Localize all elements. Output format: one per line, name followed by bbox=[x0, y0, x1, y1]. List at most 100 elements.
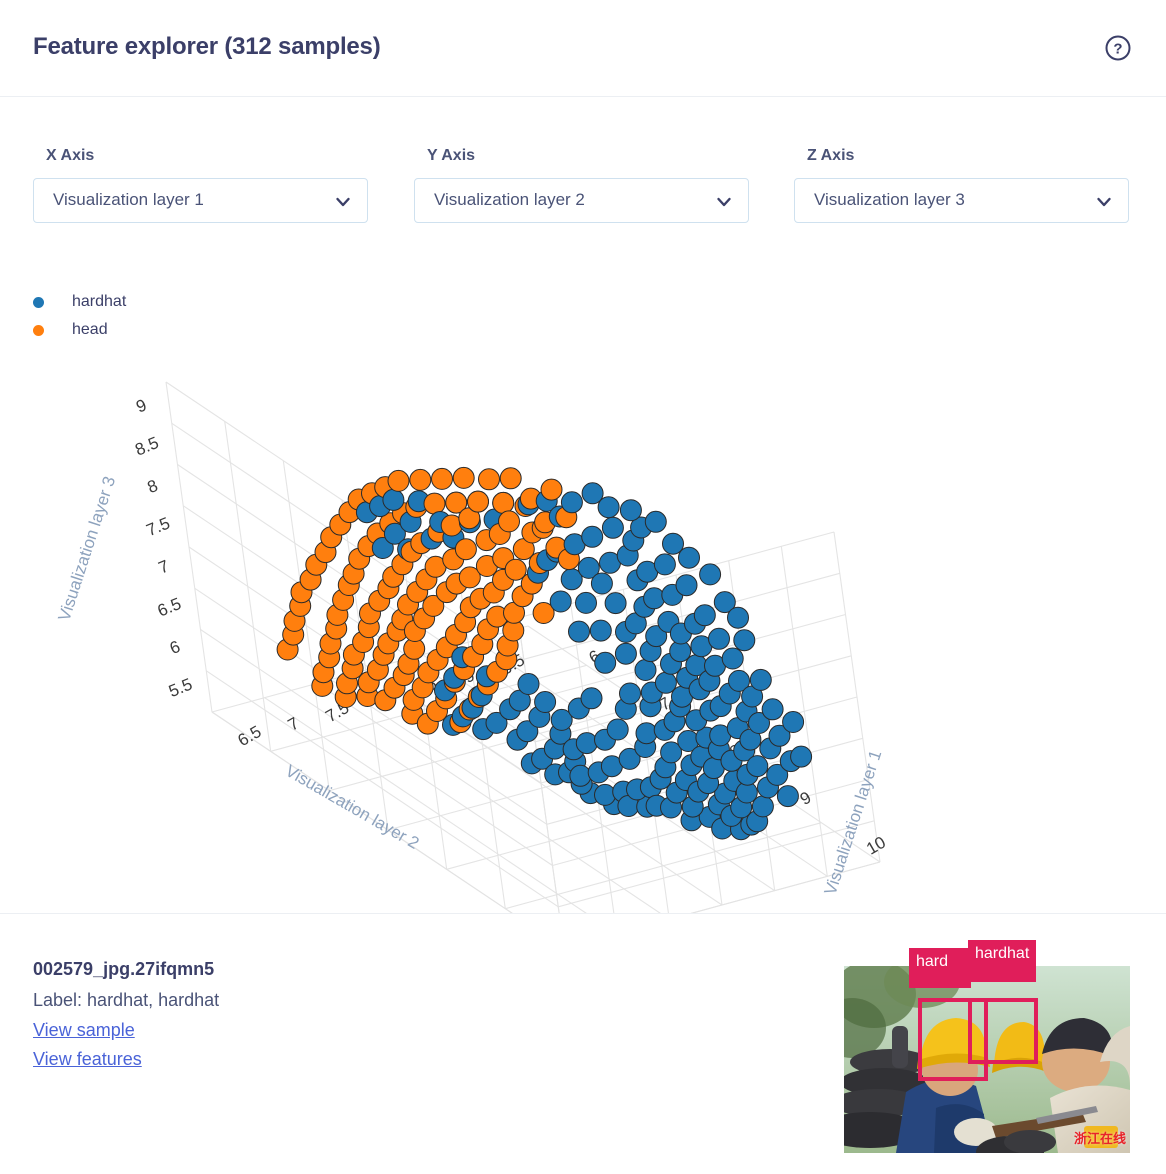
scatter-point-hardhat[interactable] bbox=[619, 682, 641, 705]
scatter-point-hardhat[interactable] bbox=[749, 668, 772, 691]
scatter-point-hardhat[interactable] bbox=[693, 604, 716, 627]
scatter-point-hardhat[interactable] bbox=[721, 647, 744, 670]
scatter-point-head[interactable] bbox=[478, 468, 500, 491]
y-axis-group: Y Axis Visualization layer 2 bbox=[414, 97, 749, 223]
scatter-point-hardhat[interactable] bbox=[568, 620, 590, 643]
scatter-point-hardhat[interactable] bbox=[606, 718, 629, 741]
scatter-point-hardhat[interactable] bbox=[604, 592, 627, 615]
sample-label-line: Label: hardhat, hardhat bbox=[33, 990, 220, 1010]
scatter-point-hardhat[interactable] bbox=[575, 732, 598, 755]
sample-filename: 002579_jpg.27ifqmn5 bbox=[33, 959, 215, 979]
scatter-point-head[interactable] bbox=[498, 510, 520, 533]
scatter-point-head[interactable] bbox=[431, 467, 453, 490]
svg-text:?: ? bbox=[1113, 41, 1122, 58]
axis-tick-label: 9 bbox=[797, 788, 815, 809]
axis-tick-label: Visualization layer 1 bbox=[821, 748, 886, 897]
x-axis-label: X Axis bbox=[46, 147, 95, 164]
axis-tick-label: 7 bbox=[285, 714, 303, 735]
view-sample-link[interactable]: View sample bbox=[33, 1020, 219, 1041]
scatter-point-hardhat[interactable] bbox=[727, 606, 749, 629]
scatter-point-hardhat[interactable] bbox=[761, 698, 784, 721]
scatter-point-hardhat[interactable] bbox=[634, 659, 657, 681]
help-circle-icon[interactable]: ? bbox=[1104, 34, 1132, 62]
grid-line bbox=[165, 381, 213, 713]
y-axis-select-value: Visualization layer 2 bbox=[434, 190, 585, 209]
scatter-point-hardhat[interactable] bbox=[619, 499, 642, 522]
view-features-link[interactable]: View features bbox=[33, 1049, 219, 1070]
x-axis-select-value: Visualization layer 1 bbox=[53, 190, 204, 209]
scatter-point-head[interactable] bbox=[452, 466, 475, 489]
scatter-point-hardhat[interactable] bbox=[575, 591, 597, 614]
y-axis-select[interactable]: Visualization layer 2 bbox=[414, 178, 749, 223]
scatter-point-hardhat[interactable] bbox=[614, 642, 637, 665]
scatter-point-hardhat[interactable] bbox=[751, 795, 774, 818]
scatter-point-head[interactable] bbox=[454, 538, 477, 561]
scatter-point-hardhat[interactable] bbox=[782, 711, 805, 733]
scatter-point-head[interactable] bbox=[492, 491, 515, 514]
scatter-point-head[interactable] bbox=[423, 492, 446, 515]
axis-tick-label: Visualization layer 2 bbox=[282, 761, 422, 853]
scatter-point-head[interactable] bbox=[540, 478, 563, 501]
scatter-point-head[interactable] bbox=[467, 490, 489, 513]
axis-tick-label: 9 bbox=[133, 395, 149, 416]
scatter-point-hardhat[interactable] bbox=[534, 691, 557, 713]
scatter-3d-canvas[interactable]: 5.566.577.588.596.577.588.599.5678910Vis… bbox=[0, 250, 1166, 913]
axis-tick-label: 7 bbox=[156, 556, 172, 577]
sample-detail-panel: 002579_jpg.27ifqmn5 Label: hardhat, hard… bbox=[0, 913, 1166, 1174]
feature-explorer-card: Feature explorer (312 samples) ? X Axis … bbox=[0, 0, 1166, 1174]
axis-selector-row: X Axis Visualization layer 1 Y Axis Visu… bbox=[0, 97, 1166, 247]
scatter-point-hardhat[interactable] bbox=[635, 722, 658, 745]
scatter-point-hardhat[interactable] bbox=[699, 563, 722, 586]
x-axis-select[interactable]: Visualization layer 1 bbox=[33, 178, 368, 223]
card-header: Feature explorer (312 samples) ? bbox=[0, 0, 1166, 97]
scatter-point-hardhat[interactable] bbox=[517, 673, 540, 695]
scatter-point-hardhat[interactable] bbox=[653, 553, 676, 576]
x-axis-group: X Axis Visualization layer 1 bbox=[33, 97, 368, 223]
scatter-point-hardhat[interactable] bbox=[581, 525, 604, 548]
scatter-point-hardhat[interactable] bbox=[733, 629, 756, 652]
feature-explorer-3d-plot[interactable]: 5.566.577.588.596.577.588.599.5678910Vis… bbox=[0, 250, 1166, 913]
scatter-point-hardhat[interactable] bbox=[790, 745, 813, 768]
z-axis-group: Z Axis Visualization layer 3 bbox=[794, 97, 1129, 223]
bounding-box-2 bbox=[968, 998, 1038, 1064]
scatter-point-hardhat[interactable] bbox=[776, 785, 799, 808]
axis-tick-label: 8 bbox=[145, 476, 161, 497]
z-axis-select[interactable]: Visualization layer 3 bbox=[794, 178, 1129, 223]
bounding-box-label-2: hardhat bbox=[968, 940, 1037, 982]
scatter-point-hardhat[interactable] bbox=[644, 510, 667, 533]
z-axis-select-value: Visualization layer 3 bbox=[814, 190, 965, 209]
axis-tick-label: 6 bbox=[167, 637, 183, 658]
scatter-point-hardhat[interactable] bbox=[569, 764, 592, 787]
image-watermark: 浙江在线 bbox=[1073, 1131, 1126, 1146]
sample-thumbnail[interactable]: 浙江在线 hard hardhat bbox=[844, 940, 1130, 1153]
axis-tick-label: 6.5 bbox=[155, 594, 184, 620]
scatter-point-hardhat[interactable] bbox=[675, 574, 698, 597]
scatter-point-hardhat[interactable] bbox=[643, 587, 666, 610]
scatter-point-hardhat[interactable] bbox=[382, 488, 405, 511]
scatter-point-hardhat[interactable] bbox=[589, 619, 612, 642]
scatter-point-hardhat[interactable] bbox=[601, 516, 624, 539]
scatter-point-hardhat[interactable] bbox=[594, 783, 616, 806]
scatter-point-hardhat[interactable] bbox=[590, 572, 613, 595]
axis-tick-label: Visualization layer 3 bbox=[55, 474, 120, 623]
axis-tick-label: 10 bbox=[863, 833, 889, 859]
chevron-down-icon bbox=[1096, 194, 1112, 210]
scatter-point-hardhat[interactable] bbox=[597, 496, 620, 519]
scatter-point-hardhat[interactable] bbox=[678, 546, 700, 569]
sample-info: 002579_jpg.27ifqmn5 Label: hardhat, hard… bbox=[33, 959, 219, 1078]
y-axis-label: Y Axis bbox=[427, 147, 476, 164]
scatter-point-hardhat[interactable] bbox=[746, 755, 769, 778]
bounding-box-label-1: hard bbox=[909, 948, 971, 988]
scatter-point-hardhat[interactable] bbox=[580, 687, 603, 710]
scatter-point-head[interactable] bbox=[499, 467, 522, 490]
scatter-point-hardhat[interactable] bbox=[549, 590, 572, 613]
scatter-point-hardhat[interactable] bbox=[708, 627, 730, 650]
z-axis-label: Z Axis bbox=[807, 147, 855, 164]
scatter-point-hardhat[interactable] bbox=[594, 651, 617, 674]
scatter-point-hardhat[interactable] bbox=[560, 491, 583, 514]
page-title: Feature explorer (312 samples) bbox=[33, 33, 381, 60]
scatter-point-head[interactable] bbox=[409, 468, 432, 491]
axis-tick-label: 8.5 bbox=[132, 433, 161, 459]
scatter-point-head[interactable] bbox=[387, 469, 410, 492]
axis-tick-label: 6.5 bbox=[235, 722, 265, 750]
